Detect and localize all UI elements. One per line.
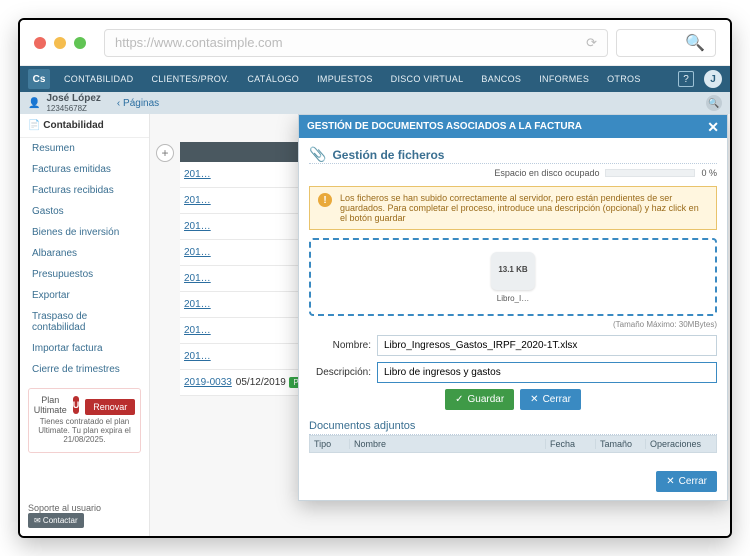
plan-badge: U [73, 396, 80, 414]
modal-documentos: GESTIÓN DE DOCUMENTOS ASOCIADOS A LA FAC… [298, 114, 728, 501]
warning-icon: ! [318, 193, 332, 207]
attachments-table-header: Tipo Nombre Fecha Tamaño Operaciones [309, 435, 717, 453]
reload-icon[interactable]: ⟳ [586, 35, 597, 51]
row-date: 05/12/2019 [236, 377, 290, 388]
user-avatar[interactable]: J [704, 70, 722, 88]
window-max-dot[interactable] [74, 37, 86, 49]
disk-bar [605, 169, 695, 177]
name-input[interactable] [377, 335, 717, 356]
plan-label: Plan [34, 395, 67, 405]
nav-bancos[interactable]: BANCOS [477, 74, 525, 84]
add-button[interactable]: + [156, 144, 174, 162]
sidebar-header: 📄 Contabilidad [20, 114, 149, 138]
plan-box: Plan Ultimate U Renovar Tienes contratad… [28, 388, 141, 453]
section-header: 📎 Gestión de ficheros [309, 146, 717, 164]
sidebar-item-traspaso[interactable]: Traspaso de contabilidad [20, 306, 149, 338]
sidebar-footer: Soporte al usuario ✉ Contactar [20, 495, 149, 536]
nav-impuestos[interactable]: IMPUESTOS [313, 74, 377, 84]
window-min-dot[interactable] [54, 37, 66, 49]
nav-catalogo[interactable]: CATÁLOGO [243, 74, 303, 84]
sidebar-item-albaranes[interactable]: Albaranes [20, 243, 149, 264]
sidebar-item-fact-emitidas[interactable]: Facturas emitidas [20, 159, 149, 180]
modal-close-button[interactable]: ✕ [707, 122, 719, 132]
search-icon: 🔍 [685, 33, 705, 53]
invoice-link[interactable]: 201… [180, 299, 242, 310]
invoice-link[interactable]: 201… [180, 325, 242, 336]
plan-note: Tienes contratado el plan Ultimate. Tu p… [35, 415, 134, 446]
invoice-link[interactable]: 201… [180, 273, 242, 284]
file-dropzone[interactable]: 13.1 KB Libro_I… [309, 238, 717, 316]
file-chip-label: Libro_I… [497, 294, 529, 303]
alert-text: Los ficheros se han subido correctamente… [340, 193, 708, 223]
invoice-link[interactable]: 201… [180, 195, 242, 206]
sidebar-item-importar[interactable]: Importar factura [20, 338, 149, 359]
disk-percent: 0 % [701, 168, 717, 178]
sidebar-item-presupuestos[interactable]: Presupuestos [20, 264, 149, 285]
page-search-button[interactable]: 🔍 [706, 95, 722, 111]
desc-input[interactable] [377, 362, 717, 383]
sidebar: 📄 Contabilidad Resumen Facturas emitidas… [20, 114, 150, 536]
search-icon: 🔍 [708, 98, 719, 109]
user-bar: 👤 José López 12345678Z ‹ Páginas 🔍 [20, 92, 730, 114]
invoice-link[interactable]: 201… [180, 169, 242, 180]
window-close-dot[interactable] [34, 37, 46, 49]
help-button[interactable]: ? [678, 71, 694, 87]
breadcrumb[interactable]: ‹ Páginas [117, 98, 159, 109]
attachments-header: Documentos adjuntos [309, 420, 717, 435]
url-text: https://www.contasimple.com [115, 35, 283, 50]
app-logo[interactable]: Cs [28, 69, 50, 89]
invoice-link[interactable]: 201… [180, 247, 242, 258]
sidebar-item-fact-recibidas[interactable]: Facturas recibidas [20, 180, 149, 201]
url-input[interactable]: https://www.contasimple.com ⟳ [104, 29, 608, 57]
user-name: José López [46, 93, 100, 104]
sidebar-item-resumen[interactable]: Resumen [20, 138, 149, 159]
sidebar-item-exportar[interactable]: Exportar [20, 285, 149, 306]
sidebar-item-gastos[interactable]: Gastos [20, 201, 149, 222]
paperclip-icon: 📎 [309, 146, 326, 163]
disk-label: Espacio en disco ocupado [494, 168, 599, 178]
invoice-link[interactable]: 2019-0033 [180, 377, 236, 388]
sidebar-item-bienes[interactable]: Bienes de inversión [20, 222, 149, 243]
nav-disco[interactable]: DISCO VIRTUAL [387, 74, 468, 84]
close-inner-button[interactable]: ✕ Cerrar [520, 389, 581, 410]
at-col-fecha[interactable]: Fecha [546, 439, 596, 449]
browser-search[interactable]: 🔍 [616, 29, 716, 57]
at-col-ops[interactable]: Operaciones [646, 439, 716, 449]
max-size-label: (Tamaño Máximo: 30MBytes) [309, 320, 717, 329]
modal-titlebar: GESTIÓN DE DOCUMENTOS ASOCIADOS A LA FAC… [299, 115, 727, 138]
nav-informes[interactable]: INFORMES [535, 74, 593, 84]
disk-usage: Espacio en disco ocupado 0 % [309, 164, 717, 182]
user-icon: 👤 [28, 98, 40, 109]
at-col-nombre[interactable]: Nombre [350, 439, 546, 449]
support-label: Soporte al usuario [28, 503, 101, 513]
renew-button[interactable]: Renovar [85, 399, 135, 415]
nav-clientes[interactable]: CLIENTES/PROV. [147, 74, 233, 84]
browser-bar: https://www.contasimple.com ⟳ 🔍 [20, 20, 730, 66]
app-navbar: Cs CONTABILIDAD CLIENTES/PROV. CATÁLOGO … [20, 66, 730, 92]
sidebar-item-cierre[interactable]: Cierre de trimestres [20, 359, 149, 380]
user-id: 12345678Z [46, 104, 100, 113]
invoice-link[interactable]: 201… [180, 351, 242, 362]
plan-name: Ultimate [34, 405, 67, 415]
contact-button[interactable]: ✉ Contactar [28, 513, 84, 528]
nav-contabilidad[interactable]: CONTABILIDAD [60, 74, 137, 84]
file-chip[interactable]: 13.1 KB [491, 252, 535, 290]
save-button[interactable]: ✓ Guardar [445, 389, 514, 410]
desc-label: Descripción: [309, 367, 371, 378]
name-label: Nombre: [309, 340, 371, 351]
at-col-tipo[interactable]: Tipo [310, 439, 350, 449]
invoice-link[interactable]: 201… [180, 221, 242, 232]
alert-pending-save: ! Los ficheros se han subido correctamen… [309, 186, 717, 230]
main-content: Periodo 2019 ▾ + ▲ ▼ Total ⓘ Operaciones… [150, 114, 730, 536]
footer-close-button[interactable]: ✕ Cerrar [656, 471, 717, 492]
nav-otros[interactable]: OTROS [603, 74, 645, 84]
modal-title: GESTIÓN DE DOCUMENTOS ASOCIADOS A LA FAC… [307, 121, 582, 132]
at-col-tamano[interactable]: Tamaño [596, 439, 646, 449]
